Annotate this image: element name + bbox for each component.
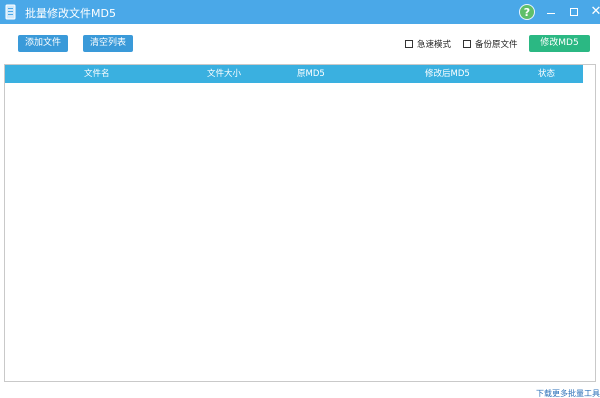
maximize-icon: [570, 7, 578, 16]
table-header: 文件名 文件大小 原MD5 修改后MD5 状态: [5, 65, 583, 83]
column-header-new-md5[interactable]: 修改后MD5: [425, 65, 470, 83]
title-bar: 批量修改文件MD5 ? ✕: [0, 0, 600, 24]
close-button[interactable]: ✕: [588, 3, 600, 21]
fast-mode-checkbox[interactable]: [405, 40, 413, 48]
modify-md5-button[interactable]: 修改MD5: [529, 35, 590, 52]
help-icon[interactable]: ?: [519, 4, 535, 20]
column-header-filename[interactable]: 文件名: [84, 65, 110, 83]
fast-mode-label: 急速模式: [417, 40, 452, 50]
file-table[interactable]: 文件名 文件大小 原MD5 修改后MD5 状态: [4, 64, 596, 382]
app-icon: [5, 4, 17, 20]
fast-mode-option[interactable]: 急速模式: [405, 38, 451, 50]
column-header-filesize[interactable]: 文件大小: [207, 65, 241, 83]
maximize-button[interactable]: [566, 3, 582, 21]
backup-checkbox[interactable]: [463, 40, 471, 48]
window-title: 批量修改文件MD5: [25, 7, 116, 20]
backup-option[interactable]: 备份原文件: [463, 38, 518, 50]
column-header-status[interactable]: 状态: [538, 65, 555, 83]
minimize-button[interactable]: [543, 3, 559, 21]
add-file-button[interactable]: 添加文件: [18, 35, 68, 52]
column-header-original-md5[interactable]: 原MD5: [297, 65, 325, 83]
clear-list-button[interactable]: 清空列表: [83, 35, 133, 52]
more-tools-link[interactable]: 下载更多批量工具: [536, 388, 600, 398]
backup-label: 备份原文件: [475, 40, 518, 50]
minimize-icon: [547, 13, 555, 14]
